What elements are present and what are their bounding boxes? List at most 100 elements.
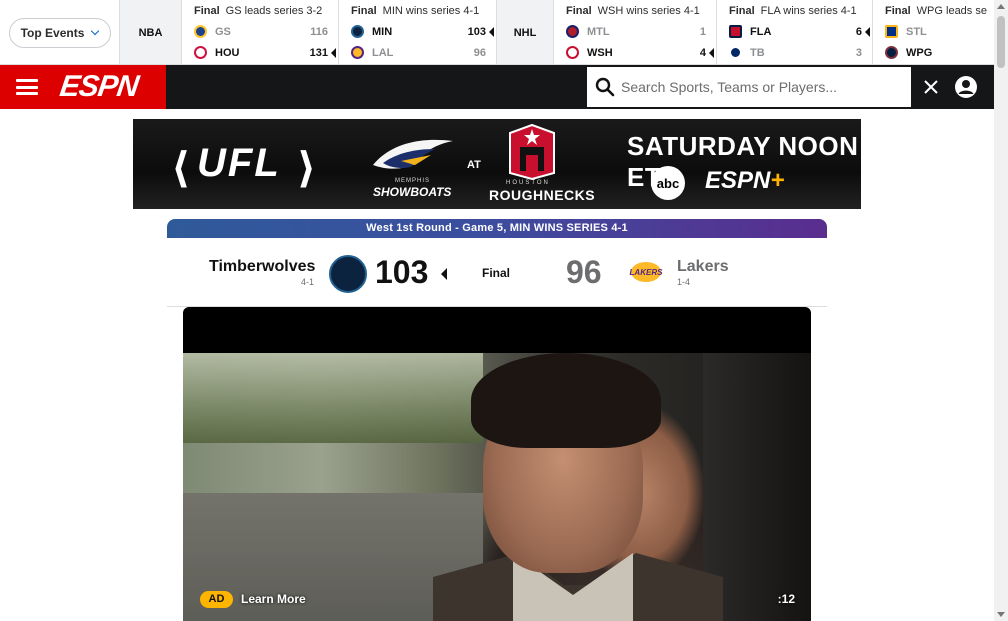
winner-arrow-icon xyxy=(709,48,714,58)
ad-away-city: MEMPHIS xyxy=(395,178,431,184)
abc-logo: abc xyxy=(651,166,685,200)
scroll-up-icon[interactable] xyxy=(997,4,1005,9)
team-score: 103 xyxy=(467,25,486,38)
espn-plus-logo: ESPN+ xyxy=(705,167,785,194)
winner-arrow-icon xyxy=(865,27,870,37)
hamburger-menu-icon[interactable] xyxy=(16,79,38,95)
game-status: Final xyxy=(729,5,755,17)
video-player[interactable]: AD Learn More :12 xyxy=(183,307,811,621)
scoreboard-game[interactable]: Final GS leads series 3-2 GS 116 HOU 131 xyxy=(182,0,339,64)
away-score: 96 xyxy=(566,254,602,290)
search-icon xyxy=(595,77,615,97)
game-status: Final xyxy=(482,266,511,280)
team-score: 116 xyxy=(310,25,328,38)
team-abbr: GS xyxy=(215,25,231,38)
league-label-nba[interactable]: NBA xyxy=(120,0,182,64)
team-row: MTL 1 xyxy=(566,21,706,42)
away-team-name[interactable]: Lakers xyxy=(677,258,729,276)
team-logo-icon xyxy=(885,46,898,59)
page-scrollbar[interactable] xyxy=(994,0,1008,621)
team-score: 1 xyxy=(699,25,706,38)
search-input[interactable] xyxy=(621,79,901,95)
team-row: GS 116 xyxy=(194,21,328,42)
game-status: Final xyxy=(351,5,377,17)
scoreboard-game[interactable]: Final FLA wins series 4-1 FLA 6 TB 3 xyxy=(717,0,873,64)
ufl-logo: UFL xyxy=(197,141,281,185)
scoreboard-game[interactable]: Final WPG leads se STL WPG xyxy=(873,0,994,64)
ad-at-label: AT xyxy=(467,159,481,171)
team-row: HOU 131 xyxy=(194,42,328,63)
league-label-nhl[interactable]: NHL xyxy=(497,0,554,64)
scrollbar-thumb[interactable] xyxy=(997,16,1005,68)
team-abbr: LAL xyxy=(372,46,394,59)
game-header: West 1st Round - Game 5, MIN WINS SERIES… xyxy=(167,219,827,307)
team-row: WSH 4 xyxy=(566,42,706,63)
top-events-container: Top Events xyxy=(0,0,120,64)
team-score: 3 xyxy=(855,46,862,59)
team-row: WPG xyxy=(885,42,994,63)
main-nav: ESPN xyxy=(0,65,994,109)
home-team-name[interactable]: Timberwolves xyxy=(209,258,315,276)
away-team-record: 1-4 xyxy=(677,277,691,287)
video-frame xyxy=(183,353,811,621)
timberwolves-logo-icon[interactable] xyxy=(329,255,367,293)
team-abbr: HOU xyxy=(215,46,240,59)
game-note: FLA wins series 4-1 xyxy=(760,5,857,17)
team-score: 6 xyxy=(855,25,862,38)
close-icon[interactable] xyxy=(921,77,941,97)
scoreboard-game[interactable]: Final MIN wins series 4-1 MIN 103 LAL 96 xyxy=(339,0,497,64)
svg-text:LAKERS: LAKERS xyxy=(630,268,663,277)
roughnecks-shield-icon xyxy=(509,123,555,181)
game-note: WPG leads se xyxy=(916,5,987,17)
team-logo-icon xyxy=(885,25,898,38)
team-logo-icon xyxy=(729,25,742,38)
ad-home-team: ROUGHNECKS xyxy=(489,187,596,203)
winner-arrow-icon xyxy=(489,27,494,37)
game-note: MIN wins series 4-1 xyxy=(382,5,480,17)
winner-arrow-icon xyxy=(441,268,447,280)
home-score: 103 xyxy=(375,254,429,290)
scoreboard-strip: Top Events NBA Final GS leads series 3-2 … xyxy=(0,0,994,65)
ufl-right-bracket-icon: ⟩ xyxy=(297,144,317,191)
team-logo-icon xyxy=(351,25,364,38)
nav-brand-area: ESPN xyxy=(0,65,166,109)
scoreboard-game[interactable]: Final WSH wins series 4-1 MTL 1 WSH 4 xyxy=(554,0,717,64)
chevron-down-icon xyxy=(91,26,100,35)
scroll-down-icon[interactable] xyxy=(997,612,1005,617)
top-events-label: Top Events xyxy=(20,25,85,40)
ad-badge: AD xyxy=(200,591,233,608)
team-score: 96 xyxy=(473,46,486,59)
ad-away-team: SHOWBOATS xyxy=(373,185,452,199)
game-round-title: West 1st Round - Game 5, MIN WINS SERIES… xyxy=(167,219,827,238)
ad-home-city: HOUSTON xyxy=(506,180,550,186)
team-abbr: TB xyxy=(750,46,765,59)
team-logo-icon xyxy=(194,25,207,38)
team-abbr: MTL xyxy=(587,25,610,38)
team-row: FLA 6 xyxy=(729,21,862,42)
team-score: 131 xyxy=(309,46,328,59)
team-abbr: WPG xyxy=(906,46,933,59)
team-logo-icon xyxy=(566,25,579,38)
team-row: TB 3 xyxy=(729,42,862,63)
search-box xyxy=(587,67,911,107)
game-status: Final xyxy=(566,5,592,17)
team-logo-icon xyxy=(194,46,207,59)
user-profile-icon[interactable] xyxy=(954,75,978,99)
learn-more-link[interactable]: Learn More xyxy=(241,592,306,606)
team-row: MIN 103 xyxy=(351,21,486,42)
winner-arrow-icon xyxy=(331,48,336,58)
ad-banner[interactable]: ⟨ UFL ⟩ MEMPHIS SHOWBOATS AT HOUSTON ROU… xyxy=(133,119,861,209)
team-abbr: WSH xyxy=(587,46,613,59)
team-logo-icon xyxy=(566,46,579,59)
team-row: STL xyxy=(885,21,994,42)
showboats-bird-icon xyxy=(373,139,453,169)
team-logo-icon xyxy=(729,46,742,59)
team-abbr: FLA xyxy=(750,25,772,38)
espn-logo[interactable]: ESPN xyxy=(58,70,140,104)
home-team-record: 4-1 xyxy=(301,277,315,287)
lakers-logo-icon[interactable]: LAKERS xyxy=(629,260,663,284)
team-abbr: STL xyxy=(906,25,927,38)
game-status: Final xyxy=(194,5,220,17)
top-events-dropdown[interactable]: Top Events xyxy=(8,17,111,48)
matchup: Timberwolves 4-1 103 Final 96 LAKERS Lak… xyxy=(167,238,827,306)
